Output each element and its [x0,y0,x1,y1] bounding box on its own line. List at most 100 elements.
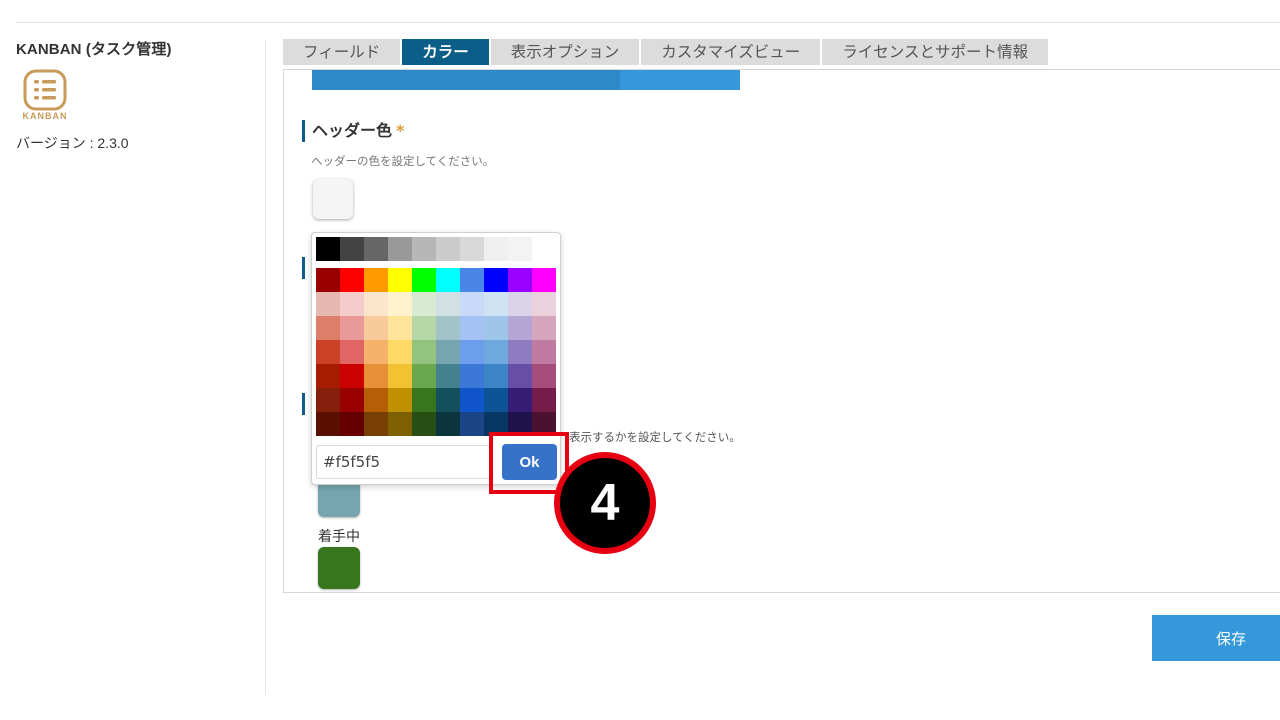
color-swatch[interactable] [388,388,412,412]
color-swatch[interactable] [316,268,340,292]
background-color-title-marker [302,257,305,279]
color-swatch[interactable] [532,364,556,388]
color-swatch[interactable] [412,364,436,388]
header-color-title: ヘッダー色 * [302,120,404,142]
gray-swatch[interactable] [316,237,340,261]
color-swatch[interactable] [340,412,364,436]
color-swatch[interactable] [436,268,460,292]
color-swatch[interactable] [364,412,388,436]
color-swatch[interactable] [436,388,460,412]
tab-display-options[interactable]: 表示オプション [490,39,640,65]
app-name: KANBAN (タスク管理) [16,41,172,58]
tab-license-support[interactable]: ライセンスとサポート情報 [822,39,1048,65]
color-swatch[interactable] [364,292,388,316]
top-divider [16,22,1280,23]
color-swatch[interactable] [484,364,508,388]
gray-swatch[interactable] [364,237,388,261]
color-swatch[interactable] [532,316,556,340]
color-swatch[interactable] [436,412,460,436]
gray-swatch[interactable] [460,237,484,261]
status-color-swatch-in-progress[interactable] [318,547,360,589]
color-swatch[interactable] [436,316,460,340]
progress-bar [312,70,740,90]
color-swatch[interactable] [508,268,532,292]
color-swatch[interactable] [484,316,508,340]
color-swatch[interactable] [484,388,508,412]
color-swatch[interactable] [412,340,436,364]
color-swatch[interactable] [460,340,484,364]
color-swatch[interactable] [460,412,484,436]
color-swatch[interactable] [388,340,412,364]
color-swatch[interactable] [316,292,340,316]
color-swatch[interactable] [388,412,412,436]
color-swatch[interactable] [460,364,484,388]
color-swatch[interactable] [484,292,508,316]
color-swatch[interactable] [508,316,532,340]
gray-swatch[interactable] [532,237,556,261]
color-swatch[interactable] [316,340,340,364]
color-swatch[interactable] [508,292,532,316]
color-swatch[interactable] [364,316,388,340]
gray-swatch[interactable] [508,237,532,261]
color-swatch[interactable] [388,292,412,316]
color-swatch[interactable] [484,340,508,364]
color-swatch[interactable] [532,340,556,364]
color-swatch[interactable] [388,316,412,340]
color-swatch[interactable] [532,268,556,292]
color-swatch[interactable] [316,316,340,340]
color-swatch[interactable] [484,268,508,292]
color-swatch[interactable] [388,268,412,292]
gray-swatch[interactable] [412,237,436,261]
color-swatch[interactable] [364,364,388,388]
color-swatch[interactable] [412,412,436,436]
color-swatch[interactable] [436,340,460,364]
color-swatch[interactable] [412,388,436,412]
gray-swatch[interactable] [340,237,364,261]
color-swatch[interactable] [460,316,484,340]
color-swatch[interactable] [436,364,460,388]
color-swatch[interactable] [532,292,556,316]
color-swatch[interactable] [412,316,436,340]
tab-customize-view[interactable]: カスタマイズビュー [641,39,821,65]
tab-color[interactable]: カラー [402,39,489,65]
color-swatch[interactable] [508,388,532,412]
color-swatch[interactable] [340,316,364,340]
color-swatch[interactable] [508,364,532,388]
gray-swatch[interactable] [436,237,460,261]
gray-swatch[interactable] [484,237,508,261]
color-swatch[interactable] [316,364,340,388]
color-swatch[interactable] [508,340,532,364]
save-button[interactable]: 保存 [1152,615,1280,661]
color-swatch[interactable] [460,388,484,412]
color-swatch[interactable] [340,388,364,412]
progress-bar-fill [312,70,621,90]
header-color-description: ヘッダーの色を設定してください。 [311,154,495,168]
color-swatch[interactable] [388,364,412,388]
status-color-description: 表示するかを設定してください。 [569,430,741,444]
color-swatch[interactable] [340,292,364,316]
color-swatch[interactable] [316,412,340,436]
color-swatch[interactable] [460,268,484,292]
color-swatch[interactable] [340,364,364,388]
color-swatch[interactable] [532,388,556,412]
color-swatch[interactable] [316,388,340,412]
status-color-title-marker [302,393,305,415]
color-swatch[interactable] [364,388,388,412]
tab-fields[interactable]: フィールド [283,39,401,65]
step-number-badge: 4 [554,452,656,554]
status-color-swatch[interactable] [318,480,360,517]
color-swatch[interactable] [412,268,436,292]
header-color-title-text: ヘッダー色 [312,121,393,140]
settings-tabs: フィールド カラー 表示オプション カスタマイズビュー ライセンスとサポート情報 [283,39,1048,65]
color-swatch[interactable] [340,340,364,364]
color-swatch[interactable] [364,268,388,292]
hex-color-input[interactable] [316,445,490,479]
color-swatch[interactable] [412,292,436,316]
color-swatch[interactable] [364,340,388,364]
color-swatch[interactable] [436,292,460,316]
step-number: 4 [560,458,650,548]
gray-swatch[interactable] [388,237,412,261]
color-swatch[interactable] [340,268,364,292]
header-color-swatch[interactable] [313,179,353,219]
color-swatch[interactable] [460,292,484,316]
